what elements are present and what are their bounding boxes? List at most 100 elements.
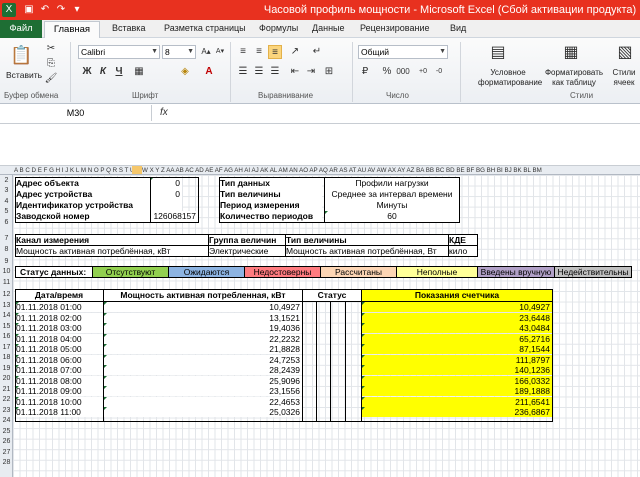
cell-label[interactable]: Количество периодов (220, 211, 322, 222)
status-chip[interactable]: Неполные (396, 266, 478, 278)
italic-button[interactable]: К (96, 65, 110, 79)
meter-cell[interactable]: 189,1888 (362, 386, 552, 396)
meter-cell[interactable]: 211,6541 (362, 396, 552, 407)
column-letters[interactable]: A B C D E F G H I J K L M N O P Q R S T … (14, 166, 542, 174)
row-header[interactable]: 24 (0, 417, 13, 424)
meter-cell[interactable]: 166,0332 (362, 375, 552, 386)
row-header[interactable]: 8 (0, 246, 13, 253)
row-header[interactable]: 21 (0, 386, 13, 393)
formula-input[interactable] (190, 105, 640, 121)
increase-indent-icon[interactable]: ⇥ (304, 65, 318, 79)
align-middle-icon[interactable]: ≡ (252, 45, 266, 59)
align-left-icon[interactable]: ☰ (236, 65, 250, 79)
underline-button[interactable]: Ч (112, 65, 126, 79)
align-top-icon[interactable]: ≡ (236, 45, 250, 59)
decrease-decimal-icon[interactable]: -0 (432, 65, 446, 79)
align-bottom-icon[interactable]: ≡ (268, 45, 282, 59)
datetime-cell[interactable]: 01.11.2018 01:00 (16, 302, 103, 312)
meter-cell[interactable]: 87,1544 (362, 344, 552, 354)
status-chip[interactable]: Отсутствуют (92, 266, 169, 278)
datetime-cell[interactable]: 01.11.2018 06:00 (16, 354, 103, 365)
conditional-format-icon[interactable]: ▤ (487, 42, 509, 64)
status-chip[interactable]: Недостоверны (244, 266, 321, 278)
orientation-icon[interactable]: ↗ (288, 45, 302, 59)
cell-value[interactable]: 126068157 (150, 211, 198, 222)
cell-value[interactable]: 60 (325, 211, 459, 222)
power-cell[interactable]: 24,7253 (104, 354, 302, 365)
tab-review[interactable]: Рецензирование (360, 23, 430, 33)
row-header[interactable]: 11 (0, 279, 13, 286)
tab-view[interactable]: Вид (450, 23, 466, 33)
tab-insert[interactable]: Вставка (112, 23, 145, 33)
row-header[interactable]: 6 (0, 219, 13, 226)
datetime-cell[interactable]: 01.11.2018 02:00 (16, 312, 103, 323)
fill-color-icon[interactable]: ◈ (178, 65, 192, 79)
cell-label[interactable]: Адрес объекта (16, 178, 150, 189)
row-header[interactable]: 13 (0, 302, 13, 309)
power-cell[interactable]: 23,1556 (104, 386, 302, 396)
meter-cell[interactable]: 10,4927 (362, 302, 552, 312)
row-header[interactable]: 23 (0, 407, 13, 414)
percent-icon[interactable]: % (380, 65, 394, 79)
cell-value[interactable]: Минуты (325, 200, 459, 211)
cell-styles-button[interactable]: Стили ячеек (608, 68, 640, 90)
cell-value[interactable]: Мощность активная потреблённая, Вт (285, 245, 449, 257)
meter-cell[interactable]: 236,6867 (362, 407, 552, 417)
table-header-datetime[interactable]: Дата/время (15, 290, 103, 301)
tab-data[interactable]: Данные (312, 23, 345, 33)
datetime-cell[interactable]: 01.11.2018 05:00 (16, 344, 103, 354)
meter-cell[interactable]: 65,2716 (362, 333, 552, 344)
format-table-icon[interactable]: ▦ (560, 42, 582, 64)
shrink-font-icon[interactable]: A▾ (213, 45, 227, 59)
meter-cell[interactable]: 140,1236 (362, 365, 552, 375)
datetime-cell[interactable]: 01.11.2018 09:00 (16, 386, 103, 396)
paste-button[interactable]: Вставить (6, 68, 42, 82)
font-name-select[interactable]: Calibri ▼ (78, 45, 160, 59)
status-chip[interactable]: Ожидаются (168, 266, 245, 278)
row-header[interactable]: 10 (0, 268, 13, 275)
cell-label[interactable]: Период измерения (220, 200, 322, 211)
name-box[interactable]: M30 (0, 105, 152, 121)
row-header[interactable]: 25 (0, 428, 13, 435)
cell-label[interactable]: Тип величины (220, 189, 322, 200)
row-header[interactable]: 17 (0, 344, 13, 351)
number-format-select[interactable]: Общий ▼ (358, 45, 448, 59)
row-header[interactable]: 5 (0, 208, 13, 215)
cell-value[interactable]: Электрические (208, 245, 286, 257)
power-cell[interactable]: 13,1521 (104, 312, 302, 323)
comma-style-icon[interactable]: 000 (396, 65, 410, 79)
cell-label[interactable]: Идентификатор устройства (16, 200, 150, 211)
bold-button[interactable]: Ж (80, 65, 94, 79)
wrap-text-icon[interactable]: ↵ (310, 45, 324, 59)
datetime-cell[interactable]: 01.11.2018 10:00 (16, 396, 103, 407)
decrease-indent-icon[interactable]: ⇤ (288, 65, 302, 79)
copy-icon[interactable]: ⎘ (44, 57, 58, 71)
cell-styles-icon[interactable]: ▧ (614, 42, 636, 64)
cell-label[interactable]: Тип данных (220, 178, 322, 189)
row-header[interactable]: 12 (0, 291, 13, 298)
meter-cell[interactable]: 111,8797 (362, 354, 552, 365)
status-chip[interactable]: Недействительны (554, 266, 632, 278)
increase-decimal-icon[interactable]: +0 (416, 65, 430, 79)
row-header[interactable]: 16 (0, 333, 13, 340)
row-header[interactable]: 26 (0, 438, 13, 445)
status-label[interactable]: Статус данных: (15, 266, 93, 278)
borders-icon[interactable]: ▦ (132, 65, 146, 79)
table-header-meter[interactable]: Показания счетчика (362, 290, 552, 301)
cut-icon[interactable]: ✂ (44, 42, 58, 56)
meter-cell[interactable]: 23,6448 (362, 312, 552, 323)
conditional-format-button[interactable]: Условное форматирование (478, 68, 542, 90)
status-chip[interactable]: Рассчитаны (320, 266, 397, 278)
tab-home[interactable]: Главная (44, 21, 100, 39)
merge-cells-icon[interactable]: ⊞ (322, 65, 336, 79)
currency-icon[interactable]: ₽ (358, 65, 372, 79)
tab-page-layout[interactable]: Разметка страницы (164, 23, 246, 33)
row-header[interactable]: 15 (0, 323, 13, 330)
power-cell[interactable]: 21,8828 (104, 344, 302, 354)
cell-value[interactable]: кило (448, 245, 478, 257)
row-header[interactable]: 3 (0, 187, 13, 194)
align-right-icon[interactable]: ☰ (268, 65, 282, 79)
row-header[interactable]: 28 (0, 459, 13, 466)
status-chip[interactable]: Введены вручную (477, 266, 555, 278)
datetime-cell[interactable]: 01.11.2018 04:00 (16, 333, 103, 344)
